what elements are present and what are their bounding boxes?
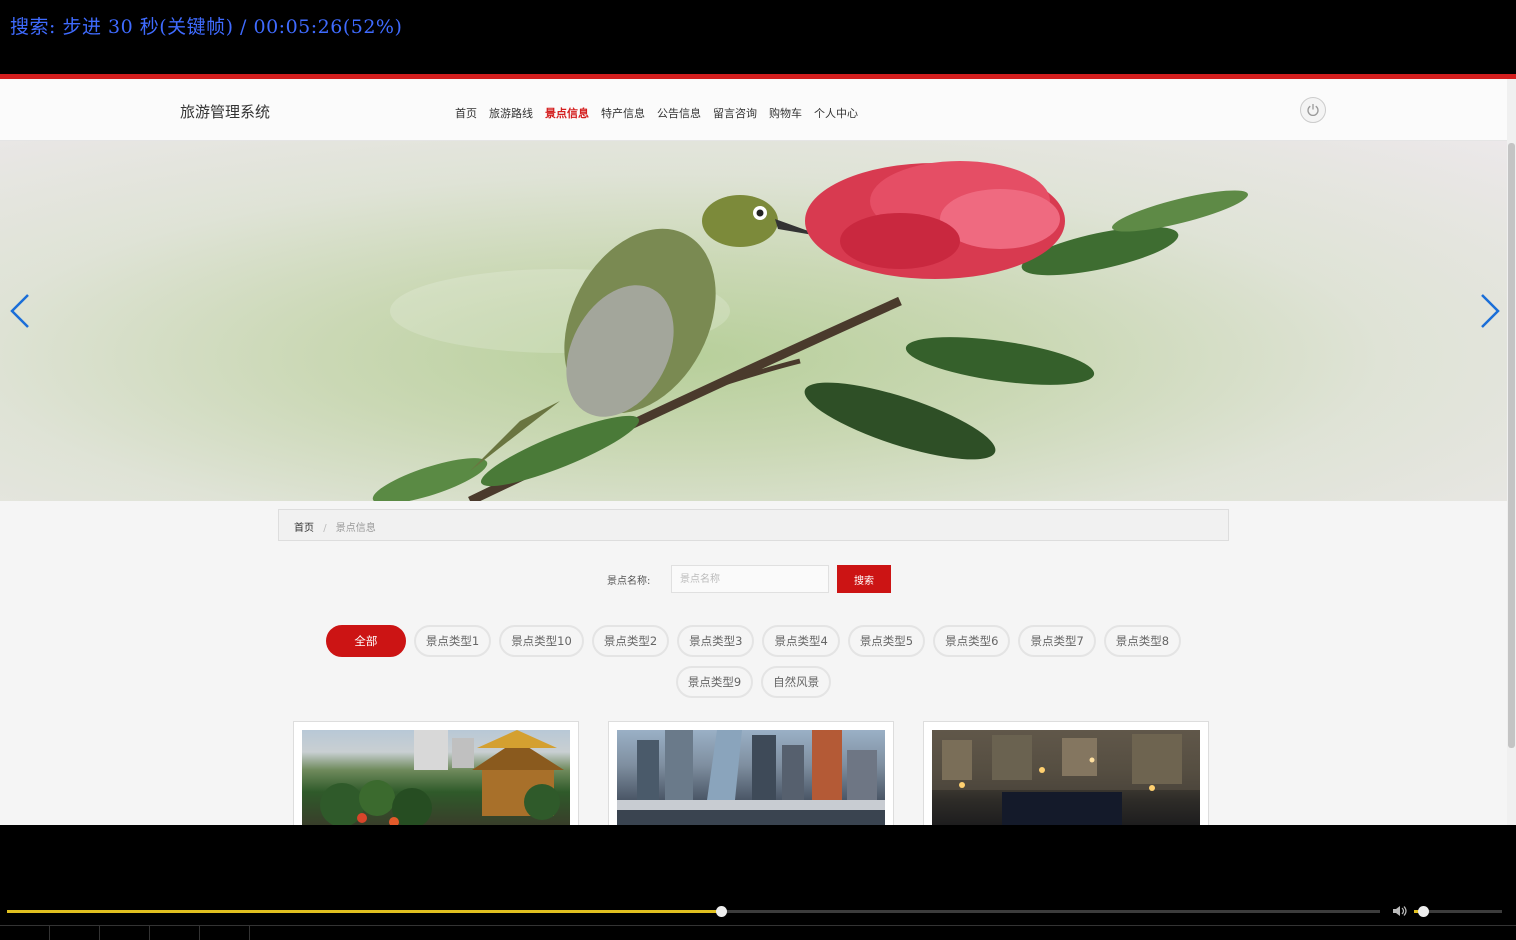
category-natural-scenery[interactable]: 自然风景: [761, 666, 832, 698]
attraction-image: [932, 730, 1200, 825]
player-button[interactable]: [200, 926, 250, 940]
player-button-bar: [0, 925, 1516, 940]
progress-knob[interactable]: [715, 906, 727, 917]
attraction-card[interactable]: [608, 721, 894, 825]
volume-slider[interactable]: [1414, 906, 1502, 917]
volume-icon[interactable]: [1392, 905, 1408, 917]
progress-fill: [7, 910, 721, 913]
attraction-card[interactable]: [923, 721, 1209, 825]
category-type2[interactable]: 景点类型2: [591, 625, 670, 657]
player-button[interactable]: [50, 926, 100, 940]
player-button[interactable]: [150, 926, 200, 940]
breadcrumb: 首页 / 景点信息: [278, 509, 1229, 541]
category-type1[interactable]: 景点类型1: [413, 625, 492, 657]
breadcrumb-current: 景点信息: [335, 523, 376, 534]
main-nav: 首页 旅游路线 景点信息 特产信息 公告信息 留言咨询 购物车 个人中心: [455, 105, 858, 121]
attraction-image: [302, 730, 570, 825]
search-label: 景点名称:: [607, 576, 651, 587]
breadcrumb-home[interactable]: 首页: [294, 523, 314, 534]
volume-knob[interactable]: [1417, 906, 1429, 917]
player-button[interactable]: [0, 926, 50, 940]
player-button[interactable]: [100, 926, 150, 940]
carousel-next-arrow-icon[interactable]: [1476, 291, 1504, 331]
category-type10[interactable]: 景点类型10: [499, 625, 584, 657]
nav-announcements[interactable]: 公告信息: [657, 105, 701, 121]
category-type7[interactable]: 景点类型7: [1018, 625, 1096, 657]
category-type4[interactable]: 景点类型4: [762, 625, 840, 657]
search-button[interactable]: 搜索: [837, 565, 891, 593]
site-title: 旅游管理系统: [180, 103, 271, 121]
breadcrumb-separator: /: [323, 523, 327, 534]
category-type6[interactable]: 景点类型6: [933, 625, 1011, 657]
logout-button[interactable]: [1300, 97, 1326, 123]
nav-messages[interactable]: 留言咨询: [713, 105, 757, 121]
search-input[interactable]: [671, 565, 829, 593]
category-type9[interactable]: 景点类型9: [675, 666, 754, 698]
banner-carousel: [0, 141, 1507, 501]
banner-image: [372, 161, 1248, 501]
video-player-controls: [0, 825, 1516, 940]
nav-home[interactable]: 首页: [455, 105, 477, 121]
player-osd-text: 搜索: 步进 30 秒(关键帧) / 00:05:26(52%): [10, 16, 403, 38]
progress-slider[interactable]: [7, 906, 1380, 917]
nav-attractions[interactable]: 景点信息: [545, 105, 589, 121]
nav-profile[interactable]: 个人中心: [814, 105, 858, 121]
scrollbar-thumb[interactable]: [1508, 143, 1515, 748]
nav-cart[interactable]: 购物车: [769, 105, 802, 121]
browser-page: 旅游管理系统 首页 旅游路线 景点信息 特产信息 公告信息 留言咨询 购物车 个…: [0, 74, 1516, 825]
category-type8[interactable]: 景点类型8: [1103, 625, 1182, 657]
nav-routes[interactable]: 旅游路线: [489, 105, 533, 121]
category-type3[interactable]: 景点类型3: [677, 625, 755, 657]
attraction-image: [617, 730, 885, 825]
category-filter-row: 全部 景点类型1 景点类型10 景点类型2 景点类型3 景点类型4 景点类型5 …: [0, 625, 1507, 657]
attraction-card[interactable]: [293, 721, 579, 825]
category-filter-row-2: 景点类型9 自然风景: [0, 666, 1507, 698]
category-type5[interactable]: 景点类型5: [847, 625, 926, 657]
page-scrollbar[interactable]: [1507, 79, 1516, 825]
power-icon: [1307, 104, 1319, 117]
category-all[interactable]: 全部: [325, 625, 406, 657]
nav-specialties[interactable]: 特产信息: [601, 105, 645, 121]
site-header: 旅游管理系统 首页 旅游路线 景点信息 特产信息 公告信息 留言咨询 购物车 个…: [0, 79, 1507, 141]
carousel-prev-arrow-icon[interactable]: [6, 291, 34, 331]
